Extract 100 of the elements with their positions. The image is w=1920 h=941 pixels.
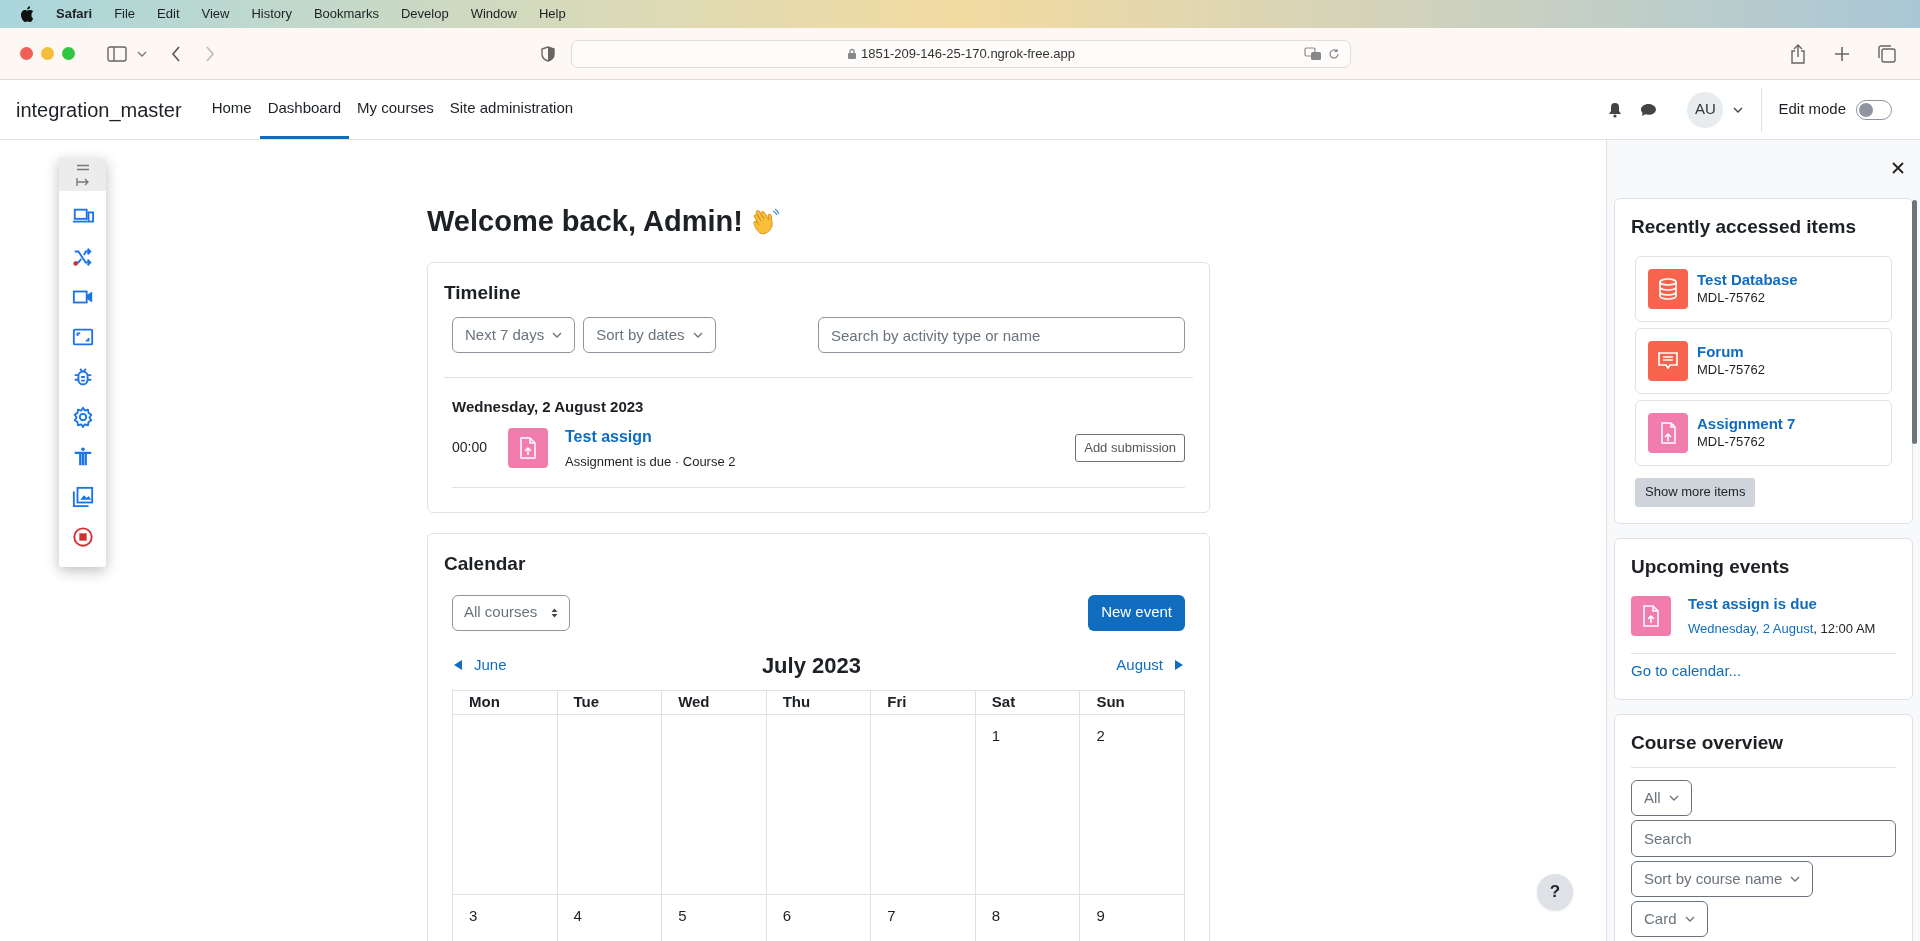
calendar-link[interactable]: Go to calendar... (1631, 660, 1896, 683)
menu-item[interactable]: Help (538, 4, 566, 24)
scrollbar-thumb[interactable] (1912, 200, 1917, 444)
recent-item-card[interactable]: Forum MDL-75762 (1635, 327, 1892, 394)
day-number[interactable]: 8 (991, 906, 1001, 924)
chevron-down-icon[interactable] (137, 50, 147, 57)
calendar-day-cell[interactable]: 3 (453, 894, 558, 941)
sidebar-icon[interactable] (107, 45, 127, 62)
fullscreen-icon[interactable] (71, 326, 94, 348)
bell-icon[interactable] (1608, 101, 1623, 118)
image-gallery-icon[interactable] (71, 486, 94, 508)
calendar-day-cell[interactable] (557, 714, 663, 895)
page-heading: Welcome back, Admin! (427, 204, 743, 239)
chat-icon[interactable] (1640, 102, 1658, 117)
menu-item[interactable]: Window (470, 4, 517, 24)
day-number[interactable]: 6 (782, 906, 792, 924)
user-avatar[interactable]: AU (1687, 91, 1724, 128)
calendar-day-cell[interactable]: 9 (1080, 894, 1185, 941)
day-number[interactable]: 4 (573, 906, 582, 924)
item-link[interactable]: Test Database (1697, 271, 1798, 289)
calendar-day-cell[interactable] (453, 714, 558, 895)
reload-icon[interactable] (1328, 47, 1340, 60)
stop-recording-icon[interactable] (71, 526, 94, 548)
weekday-header: Sun (1080, 690, 1185, 715)
site-name[interactable]: integration_master (16, 94, 182, 125)
address-bar[interactable]: 1851-209-146-25-170.ngrok-free.app (571, 39, 1351, 68)
nav-link[interactable]: Dashboard (259, 80, 350, 139)
zoom-window-button[interactable] (62, 47, 75, 60)
close-window-button[interactable] (20, 47, 33, 60)
plus-icon[interactable] (1834, 45, 1850, 62)
nav-link[interactable]: Home (203, 80, 260, 139)
calendar-day-cell[interactable]: 7 (871, 894, 976, 941)
weekday-header: Sat (975, 690, 1081, 715)
course-code: MDL-75762 (1697, 361, 1765, 378)
filter-dropdown[interactable]: Sort by dates (583, 317, 716, 353)
calendar-day-cell[interactable] (871, 714, 976, 895)
previous-month-link[interactable]: June (454, 653, 507, 677)
shield-icon (541, 45, 555, 62)
calendar-day-cell[interactable]: 8 (975, 894, 1081, 941)
show-more-button[interactable]: Show more items (1635, 477, 1756, 507)
card-title: Recently accessed items (1631, 215, 1857, 239)
item-link[interactable]: Assignment 7 (1697, 415, 1796, 433)
recent-item-card[interactable]: Assignment 7 MDL-75762 (1635, 399, 1892, 466)
back-icon[interactable] (171, 45, 181, 62)
event-link[interactable]: Test assign is due (1688, 593, 1876, 616)
search-field[interactable]: Search by activity type or name (818, 317, 1185, 353)
translate-icon[interactable] (1304, 46, 1322, 61)
view-dropdown[interactable]: Card (1631, 901, 1708, 937)
chevron-down-icon (1684, 916, 1695, 922)
event-detail: Assignment is due · Course 2 (565, 452, 736, 471)
menu-item[interactable]: History (251, 4, 292, 24)
menu-item[interactable]: File (114, 4, 136, 24)
weekday-header: Thu (766, 690, 872, 715)
filter-dropdown[interactable]: Next 7 days (452, 317, 576, 353)
collapse-icon[interactable] (75, 177, 90, 187)
tabs-overview-icon[interactable] (1878, 44, 1896, 63)
menu-item[interactable]: Develop (400, 4, 449, 24)
day-number[interactable]: 2 (1096, 726, 1105, 744)
day-number[interactable]: 1 (991, 726, 1001, 744)
day-number[interactable]: 7 (887, 906, 896, 924)
event-time: , 12:00 AM (1813, 620, 1876, 636)
sort-arrows-icon (551, 607, 559, 618)
nav-link[interactable]: My courses (349, 80, 442, 139)
weekday-header: Tue (557, 690, 663, 715)
help-button[interactable]: ? (1537, 874, 1573, 910)
recent-item-card[interactable]: Test Database MDL-75762 (1635, 255, 1892, 322)
drag-handle-icon[interactable] (75, 164, 90, 171)
card-title: Calendar (444, 552, 527, 576)
next-month-link[interactable]: August (1116, 653, 1183, 677)
edit-mode-toggle[interactable] (1856, 99, 1892, 120)
day-number[interactable]: 9 (1096, 906, 1105, 924)
calendar-day-cell[interactable]: 1 (975, 714, 1081, 895)
search-field[interactable]: Search (1631, 820, 1896, 857)
new-event-button[interactable]: New event (1088, 594, 1185, 631)
chevron-down-icon[interactable] (1733, 106, 1744, 113)
settings-icon[interactable] (71, 406, 94, 428)
calendar-day-cell[interactable]: 6 (766, 894, 872, 941)
shuffle-icon[interactable] (71, 246, 94, 268)
calendar-day-cell[interactable] (662, 714, 767, 895)
menu-item[interactable]: View (201, 4, 230, 24)
assignment-icon (1631, 595, 1671, 636)
day-number[interactable]: 3 (469, 906, 478, 924)
filter-dropdown[interactable]: All (1631, 780, 1692, 816)
calendar-day-cell[interactable]: 5 (662, 894, 767, 941)
menu-app-name[interactable]: Safari (56, 4, 93, 24)
calendar-day-cell[interactable]: 4 (557, 894, 663, 941)
course-select[interactable]: All courses (452, 594, 571, 631)
date-heading: Wednesday, 2 August 2023 (452, 397, 645, 417)
add-submission-button[interactable]: Add submission (1075, 433, 1185, 462)
day-number[interactable]: 5 (678, 906, 687, 924)
sort-dropdown[interactable]: Sort by course name (1631, 861, 1814, 897)
calendar-day-cell[interactable]: 2 (1080, 714, 1185, 895)
menu-item[interactable]: Bookmarks (313, 4, 379, 24)
nav-link[interactable]: Site administration (441, 80, 582, 139)
calendar-day-cell[interactable] (766, 714, 872, 895)
item-link[interactable]: Forum (1697, 343, 1765, 361)
share-icon[interactable] (1790, 43, 1806, 64)
menu-item[interactable]: Edit (157, 4, 180, 24)
close-icon[interactable] (1892, 162, 1904, 174)
event-link[interactable]: Test assign (565, 424, 736, 449)
